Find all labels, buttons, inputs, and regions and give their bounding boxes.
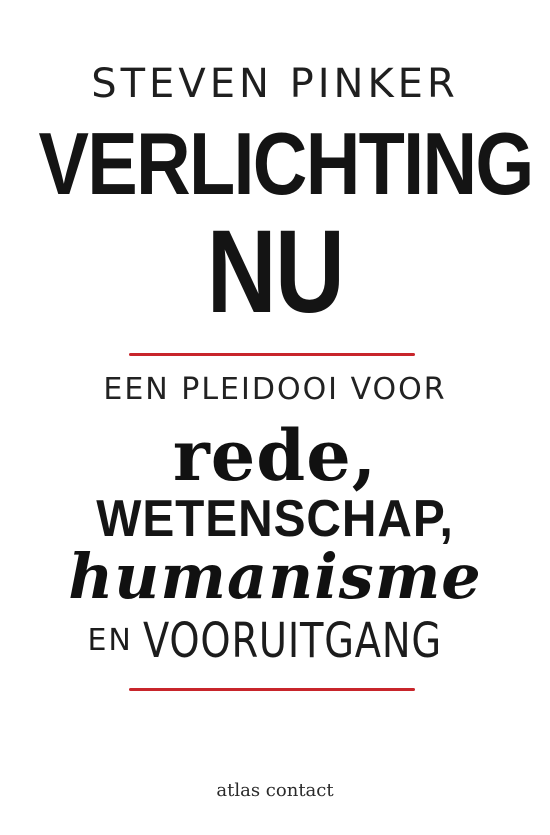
subtitle: EEN PLEIDOOI VOOR [103, 372, 447, 407]
book-cover: STEVEN PINKER VERLICHTING NU EEN PLEIDOO… [0, 0, 550, 835]
title-line-1: VERLICHTING [38, 114, 535, 213]
keyword-en: EN [87, 622, 133, 658]
keyword-humanisme: humanisme [68, 540, 482, 613]
keyword-rede: rede, [172, 414, 378, 497]
author-name: STEVEN PINKER [91, 61, 459, 107]
keyword-row-vooruitgang: EN VOORUITGANG [0, 610, 550, 671]
title-line-2: NU [206, 206, 345, 338]
keyword-vooruitgang: VOORUITGANG [142, 612, 442, 669]
accent-rule-bottom [129, 688, 415, 691]
accent-rule-top [129, 353, 415, 356]
publisher-name: atlas contact [216, 780, 334, 801]
